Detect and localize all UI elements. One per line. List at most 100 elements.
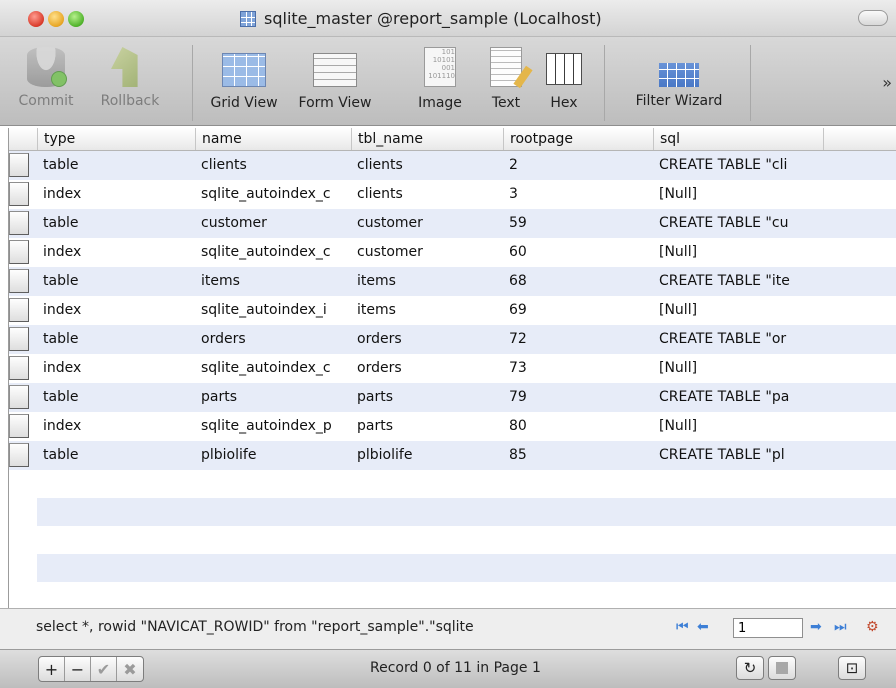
cell-rootpage[interactable]: 72 xyxy=(503,325,653,354)
cell-name[interactable]: sqlite_autoindex_c xyxy=(195,180,351,209)
column-header-rootpage[interactable]: rootpage xyxy=(503,128,653,150)
hex-button[interactable]: Hex xyxy=(544,47,584,111)
row-header[interactable] xyxy=(9,327,29,351)
zoom-window-button[interactable] xyxy=(68,11,84,27)
cell-sql[interactable]: [Null] xyxy=(653,296,823,325)
row-header[interactable] xyxy=(9,356,29,380)
cell-tbl-name[interactable]: items xyxy=(351,296,503,325)
table-row[interactable]: table orders orders 72 CREATE TABLE "or xyxy=(9,325,896,354)
cell-sql[interactable]: CREATE TABLE "pa xyxy=(653,383,823,412)
table-row[interactable]: index sqlite_autoindex_p parts 80 [Null] xyxy=(9,412,896,441)
commit-button[interactable]: Commit xyxy=(14,47,78,109)
table-row[interactable]: table clients clients 2 CREATE TABLE "cli xyxy=(9,151,896,180)
cell-sql[interactable]: [Null] xyxy=(653,354,823,383)
row-header[interactable] xyxy=(9,414,29,438)
row-header[interactable] xyxy=(9,153,29,177)
cell-name[interactable]: orders xyxy=(195,325,351,354)
cell-name[interactable]: sqlite_autoindex_p xyxy=(195,412,351,441)
previous-page-icon[interactable]: ⬅ xyxy=(697,619,709,635)
text-button[interactable]: Text xyxy=(484,47,528,111)
cell-name[interactable]: customer xyxy=(195,209,351,238)
refresh-button[interactable]: ↻ xyxy=(736,656,764,680)
apply-changes-button[interactable]: ✔ xyxy=(91,657,117,681)
row-header[interactable] xyxy=(9,211,29,235)
column-header-name[interactable]: name xyxy=(195,128,351,150)
cell-sql[interactable]: [Null] xyxy=(653,180,823,209)
first-page-icon[interactable]: ⏮ xyxy=(676,619,689,635)
cell-rootpage[interactable]: 2 xyxy=(503,151,653,180)
cell-type[interactable]: index xyxy=(37,354,195,383)
discard-changes-button[interactable]: ✖ xyxy=(117,657,143,681)
cell-type[interactable]: table xyxy=(37,151,195,180)
row-header[interactable] xyxy=(9,269,29,293)
cell-type[interactable]: table xyxy=(37,209,195,238)
table-row[interactable]: table plbiolife plbiolife 85 CREATE TABLE "p… xyxy=(9,441,896,470)
cell-tbl-name[interactable]: customer xyxy=(351,238,503,267)
cell-name[interactable]: sqlite_autoindex_i xyxy=(195,296,351,325)
cell-rootpage[interactable]: 79 xyxy=(503,383,653,412)
cell-rootpage[interactable]: 60 xyxy=(503,238,653,267)
cell-name[interactable]: sqlite_autoindex_c xyxy=(195,238,351,267)
minimize-window-button[interactable] xyxy=(48,11,64,27)
cell-type[interactable]: table xyxy=(37,267,195,296)
cell-type[interactable]: index xyxy=(37,412,195,441)
cell-type[interactable]: index xyxy=(37,296,195,325)
cell-sql[interactable]: CREATE TABLE "pl xyxy=(653,441,823,470)
cell-name[interactable]: sqlite_autoindex_c xyxy=(195,354,351,383)
table-row[interactable]: index sqlite_autoindex_c orders 73 [Null] xyxy=(9,354,896,383)
cell-tbl-name[interactable]: clients xyxy=(351,151,503,180)
close-window-button[interactable] xyxy=(28,11,44,27)
table-row[interactable]: index sqlite_autoindex_c clients 3 [Null] xyxy=(9,180,896,209)
cell-type[interactable]: index xyxy=(37,180,195,209)
row-header[interactable] xyxy=(9,240,29,264)
image-button[interactable]: 101 10101 001 101110 Image xyxy=(410,47,470,111)
cell-tbl-name[interactable]: clients xyxy=(351,180,503,209)
table-row[interactable]: index sqlite_autoindex_i items 69 [Null] xyxy=(9,296,896,325)
cell-name[interactable]: items xyxy=(195,267,351,296)
cell-tbl-name[interactable]: orders xyxy=(351,354,503,383)
row-header[interactable] xyxy=(9,298,29,322)
grid-view-button[interactable]: Grid View xyxy=(202,47,286,111)
cell-rootpage[interactable]: 80 xyxy=(503,412,653,441)
cell-tbl-name[interactable]: parts xyxy=(351,383,503,412)
table-row[interactable]: index sqlite_autoindex_c customer 60 [Null] xyxy=(9,238,896,267)
filter-wizard-button[interactable]: Filter Wizard xyxy=(626,47,732,109)
limit-settings-icon[interactable]: ⚙ xyxy=(866,619,879,635)
toolbar-toggle-button[interactable] xyxy=(858,10,888,26)
cell-name[interactable]: plbiolife xyxy=(195,441,351,470)
cell-sql[interactable]: [Null] xyxy=(653,238,823,267)
cell-rootpage[interactable]: 3 xyxy=(503,180,653,209)
cell-rootpage[interactable]: 68 xyxy=(503,267,653,296)
cell-tbl-name[interactable]: items xyxy=(351,267,503,296)
cell-sql[interactable]: CREATE TABLE "ite xyxy=(653,267,823,296)
table-row[interactable]: table items items 68 CREATE TABLE "ite xyxy=(9,267,896,296)
row-header[interactable] xyxy=(9,182,29,206)
cell-tbl-name[interactable]: parts xyxy=(351,412,503,441)
cell-sql[interactable]: CREATE TABLE "or xyxy=(653,325,823,354)
next-page-icon[interactable]: ➡ xyxy=(810,619,822,635)
cell-rootpage[interactable]: 69 xyxy=(503,296,653,325)
cell-tbl-name[interactable]: customer xyxy=(351,209,503,238)
more-options-button[interactable]: ⊡ xyxy=(838,656,866,680)
cell-tbl-name[interactable]: orders xyxy=(351,325,503,354)
form-view-button[interactable]: Form View xyxy=(290,47,380,111)
cell-type[interactable]: table xyxy=(37,383,195,412)
cell-type[interactable]: table xyxy=(37,441,195,470)
cell-sql[interactable]: CREATE TABLE "cu xyxy=(653,209,823,238)
cell-rootpage[interactable]: 73 xyxy=(503,354,653,383)
cell-name[interactable]: parts xyxy=(195,383,351,412)
cell-type[interactable]: index xyxy=(37,238,195,267)
row-header[interactable] xyxy=(9,443,29,467)
table-row[interactable]: table customer customer 59 CREATE TABLE "cu xyxy=(9,209,896,238)
stop-button[interactable] xyxy=(768,656,796,680)
column-header-tbl-name[interactable]: tbl_name xyxy=(351,128,503,150)
add-record-button[interactable]: + xyxy=(39,657,65,681)
cell-sql[interactable]: CREATE TABLE "cli xyxy=(653,151,823,180)
toolbar-overflow-button[interactable]: » xyxy=(882,73,892,92)
last-page-icon[interactable]: ⏭ xyxy=(834,619,847,635)
cell-tbl-name[interactable]: plbiolife xyxy=(351,441,503,470)
table-row[interactable]: table parts parts 79 CREATE TABLE "pa xyxy=(9,383,896,412)
cell-name[interactable]: clients xyxy=(195,151,351,180)
delete-record-button[interactable]: − xyxy=(65,657,91,681)
column-header-type[interactable]: type xyxy=(37,128,195,150)
